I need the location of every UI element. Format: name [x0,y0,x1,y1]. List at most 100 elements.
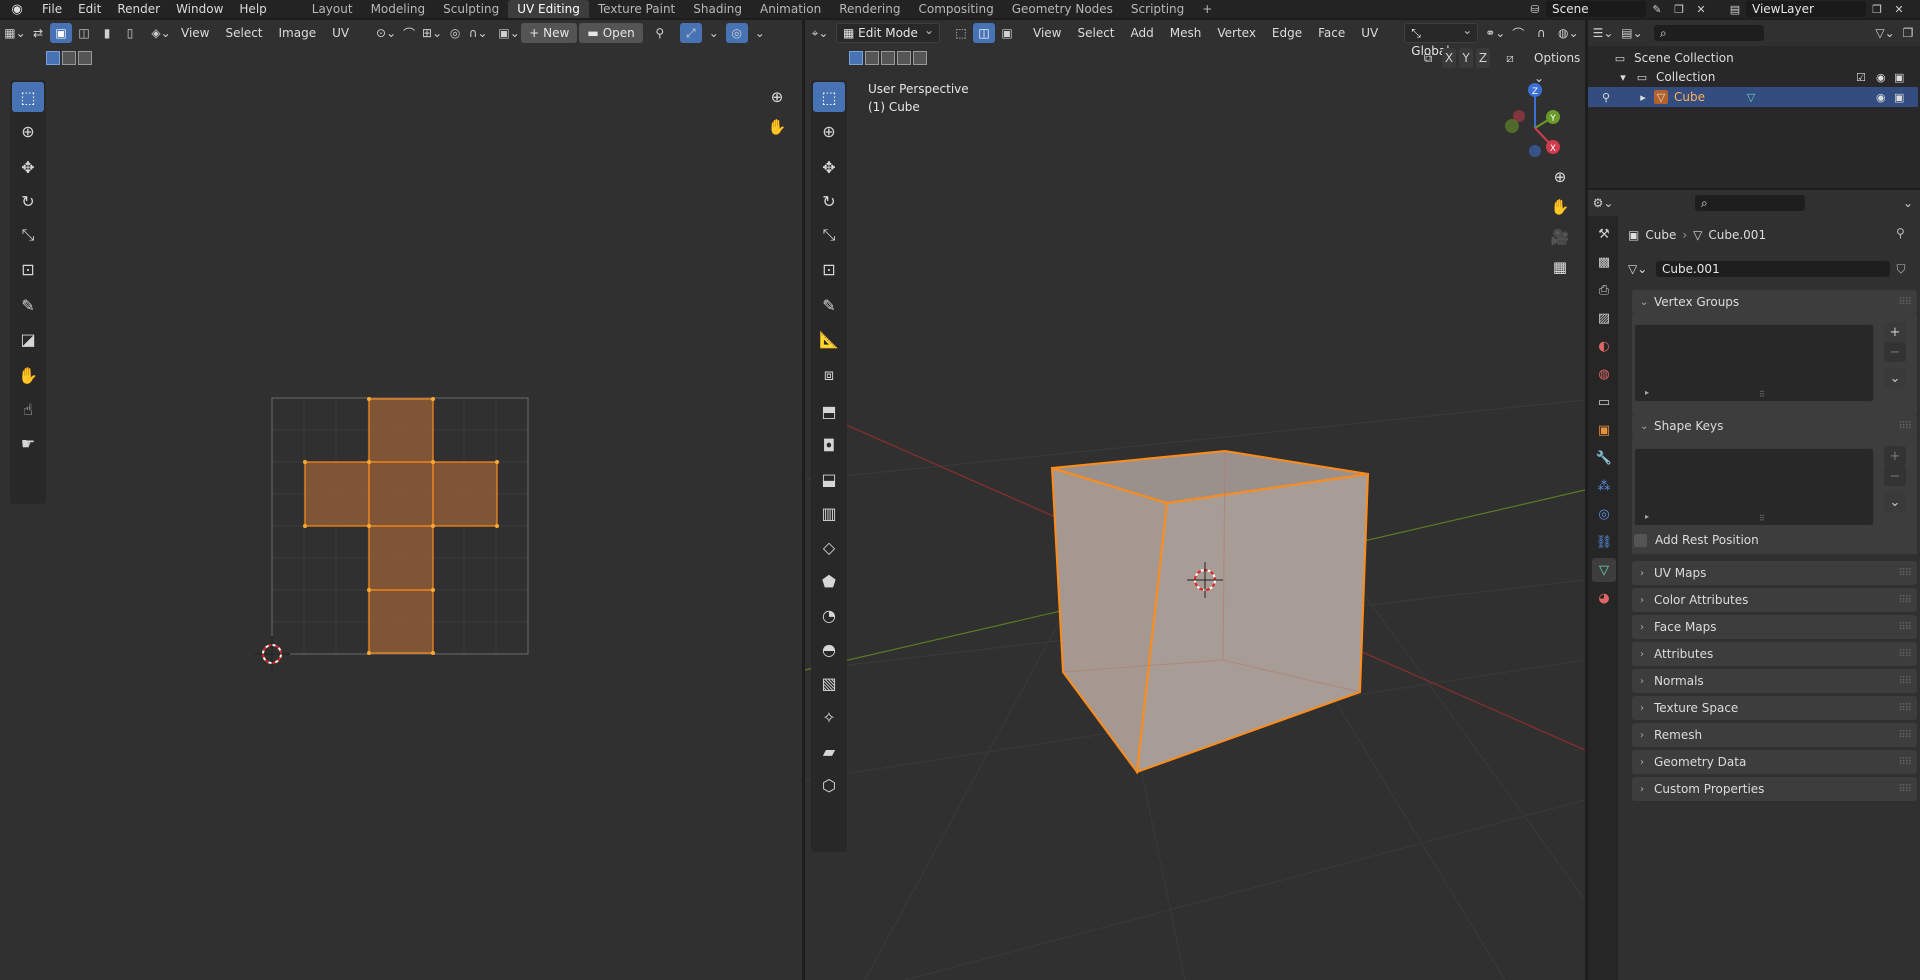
viewport-menu-edge[interactable]: Edge [1264,23,1310,43]
particles-tab-icon[interactable]: ⁂ [1592,474,1616,498]
snap-icon[interactable]: ⌒ [398,23,420,43]
add-workspace-button[interactable]: + [1193,0,1221,18]
uv-maps-panel[interactable]: › UV Maps ⠿⠿ [1632,561,1917,585]
shape-keys-panel[interactable]: ⌄ Shape Keys ⠿⠿ [1632,414,1917,438]
physics-tab-icon[interactable]: ◎ [1592,502,1616,526]
shape-keys-list[interactable]: ▸ ⠿ [1634,448,1874,526]
cursor-tool-icon[interactable]: ⊕ [12,116,44,146]
viewport-overlays-icon[interactable]: ◍⌄ [1557,23,1579,43]
select-box-subtract-icon[interactable] [78,51,92,65]
outliner-editor-type-icon[interactable]: ☰⌄ [1592,23,1614,43]
viewport-proportional-icon[interactable]: ∩ [1530,23,1552,43]
tab-scripting[interactable]: Scripting [1122,0,1193,18]
vp-select-new-icon[interactable] [849,51,863,65]
vertex-select-mode-icon[interactable]: ▣ [50,23,72,43]
viewport-editor-type-icon[interactable]: ⌖⌄ [809,23,831,43]
tab-rendering[interactable]: Rendering [830,0,909,18]
list-expand-icon[interactable]: ▸ [1645,388,1649,397]
tab-layout[interactable]: Layout [303,0,362,18]
outliner-collection[interactable]: ▾ ▭ Collection ☑ ◉ ▣ [1588,67,1918,87]
island-select-mode-icon[interactable]: ▯ [119,23,141,43]
uv-face[interactable] [368,398,434,463]
tab-sculpting[interactable]: Sculpting [434,0,508,18]
mesh-data-icon[interactable]: ▽ [1743,90,1759,104]
proportional-edit-icon[interactable]: ◎ [444,23,466,43]
viewport-menu-face[interactable]: Face [1310,23,1353,43]
shape-key-specials-button[interactable]: ⌄ [1884,492,1906,512]
normals-panel[interactable]: › Normals ⠿⠿ [1632,669,1917,693]
add-rest-position-checkbox[interactable] [1634,533,1647,547]
zoom-icon[interactable]: ⊕ [764,84,790,110]
custom-properties-panel[interactable]: › Custom Properties ⠿⠿ [1632,777,1917,801]
uv-face[interactable] [368,589,434,654]
cube-mesh[interactable] [1050,449,1370,775]
panel-grip-icon[interactable]: ⠿⠿ [1898,676,1912,687]
remove-vertex-group-button[interactable]: − [1884,342,1906,362]
viewport-menu-view[interactable]: View [1025,23,1069,43]
uv-menu-uv[interactable]: UV [324,23,357,43]
tab-texture-paint[interactable]: Texture Paint [589,0,684,18]
spin-tool-icon[interactable]: ◔ [813,600,845,630]
face-maps-panel[interactable]: › Face Maps ⠿⠿ [1632,615,1917,639]
edge-select-mode-icon[interactable]: ◫ [73,23,95,43]
tab-modeling[interactable]: Modeling [362,0,435,18]
material-tab-icon[interactable]: ◕ [1592,586,1616,610]
uv-face[interactable] [304,461,370,527]
menu-edit[interactable]: Edit [70,0,109,18]
gizmo-dropdown-icon[interactable]: ⌄ [703,23,725,43]
overlay-dropdown-icon[interactable]: ⌄ [749,23,771,43]
ortho-toggle-icon[interactable]: ▦ [1547,254,1573,280]
loop-cut-tool-icon[interactable]: ▥ [813,498,845,528]
2d-cursor-icon[interactable] [254,636,290,672]
pivot-point-icon[interactable]: ⊙⌄ [375,23,397,43]
vp-rotate-tool-icon[interactable]: ↻ [813,186,845,216]
collection-visibility-eye-icon[interactable]: ◉ [1876,71,1886,84]
properties-search-input[interactable]: ⌕ [1695,195,1805,211]
panel-grip-icon[interactable]: ⠿⠿ [1898,730,1912,741]
add-cube-tool-icon[interactable]: ⧈ [813,360,845,390]
sync-selection-icon[interactable]: ⇄ [27,23,49,43]
viewport-snap-icon[interactable]: ⌒ [1507,23,1529,43]
new-scene-icon[interactable]: ❐ [1668,1,1690,17]
grab-tool-icon[interactable]: ✋ [12,360,44,390]
view-layer-tab-icon[interactable]: ▨ [1592,306,1616,330]
mirror-y-toggle[interactable]: Y [1459,48,1473,68]
uv-face[interactable] [432,461,498,527]
vp-pan-hand-icon[interactable]: ✋ [1547,194,1573,220]
vp-select-box-tool-icon[interactable]: ⬚ [813,82,845,112]
uv-menu-select[interactable]: Select [217,23,270,43]
menu-help[interactable]: Help [231,0,274,18]
tab-geometry-nodes[interactable]: Geometry Nodes [1003,0,1122,18]
vp-cursor-tool-icon[interactable]: ⊕ [813,116,845,146]
scene-tab-icon[interactable]: ◐ [1592,334,1616,358]
outliner-search-input[interactable]: ⌕ [1654,25,1764,41]
transform-tool-icon[interactable]: ⊡ [12,254,44,284]
move-tool-icon[interactable]: ✥ [12,152,44,182]
panel-grip-icon[interactable]: ⠿⠿ [1898,649,1912,660]
remesh-panel[interactable]: › Remesh ⠿⠿ [1632,723,1917,747]
fake-user-shield-icon[interactable]: ⛉ [1890,262,1912,277]
panel-grip-icon[interactable]: ⠿⠿ [1898,297,1912,308]
filter-icon[interactable]: ▽⌄ [1874,23,1896,43]
collection-tab-icon[interactable]: ▭ [1592,390,1616,414]
uv-overlay-icon[interactable]: ◎ [725,23,748,43]
color-attributes-panel[interactable]: › Color Attributes ⠿⠿ [1632,588,1917,612]
mirror-z-toggle[interactable]: Z [1476,48,1490,68]
new-image-button[interactable]: + New [521,23,578,43]
pivot-icon[interactable]: ⚭⌄ [1484,23,1506,43]
outliner-cube-row[interactable]: ⚲ ▸ ▽ Cube ▽ ◉ ▣ [1588,87,1918,107]
modifiers-tab-icon[interactable]: 🔧 [1592,446,1616,470]
list-resize-grip-icon[interactable]: ⠿ [1759,390,1765,399]
panel-grip-icon[interactable]: ⠿⠿ [1898,421,1912,432]
tab-shading[interactable]: Shading [684,0,751,18]
shrink-fatten-tool-icon[interactable]: ✧ [813,702,845,732]
pinch-tool-icon[interactable]: ☛ [12,428,44,458]
add-vertex-group-button[interactable]: + [1884,322,1906,342]
measure-tool-icon[interactable]: 📐 [813,324,845,354]
camera-view-icon[interactable]: 🎥 [1547,224,1573,250]
expand-chevron-icon[interactable]: ▾ [1618,70,1628,84]
annotate-tool-icon[interactable]: ✎ [12,290,44,320]
display-mode-icon[interactable]: ▤⌄ [1621,23,1643,43]
vp-zoom-icon[interactable]: ⊕ [1547,164,1573,190]
remove-shape-key-button[interactable]: − [1884,466,1906,486]
